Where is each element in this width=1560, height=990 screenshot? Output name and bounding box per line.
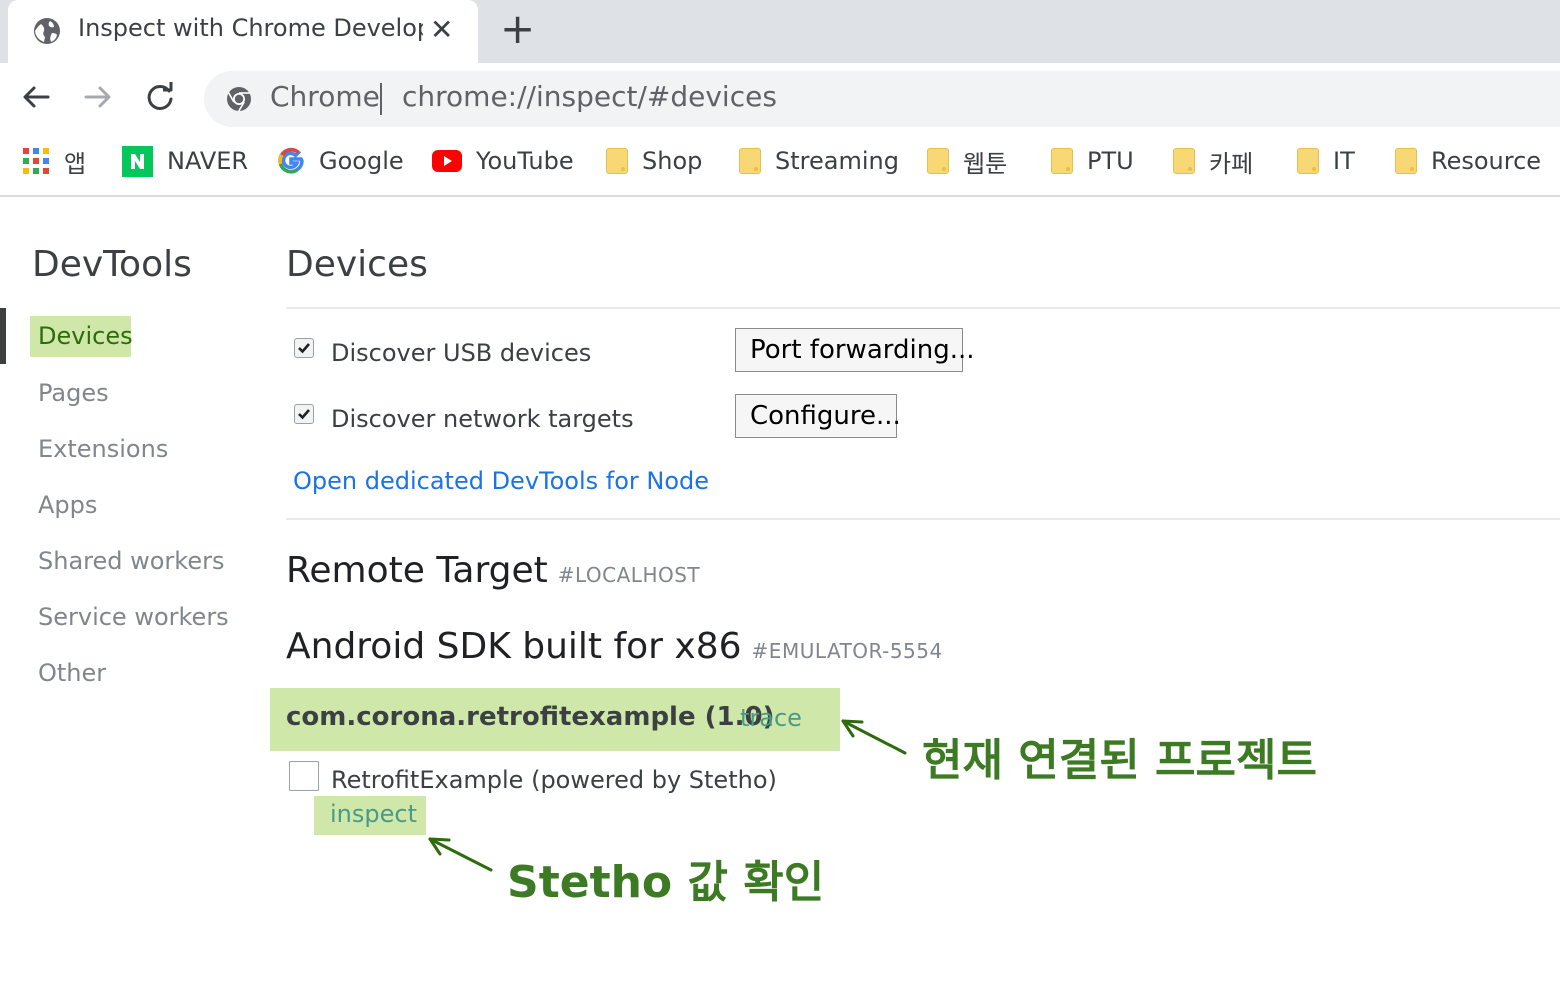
annotation-arrows: [428, 719, 907, 872]
arrow-to-inspect: [428, 837, 493, 872]
annotation-connected-project: 현재 연결된 프로젝트: [922, 735, 1317, 786]
annotation-stetho: Stetho 값 확인: [507, 857, 825, 908]
arrow-to-package: [841, 719, 907, 755]
